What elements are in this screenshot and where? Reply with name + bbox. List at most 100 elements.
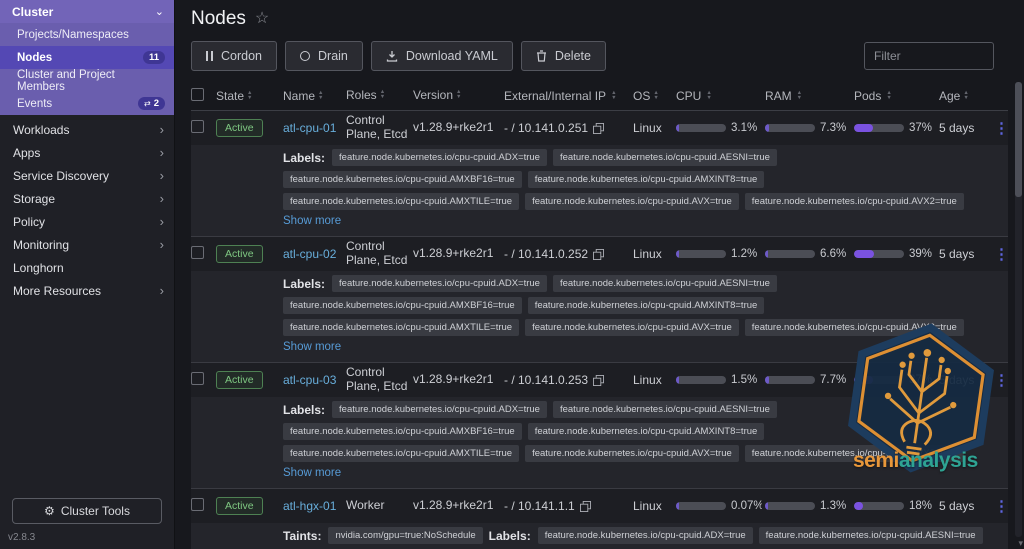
column-header-pods[interactable]: Pods ▲ ▼ — [854, 89, 936, 103]
copy-icon[interactable] — [579, 500, 591, 512]
node-name-link[interactable]: atl-hgx-01 — [283, 499, 336, 513]
row-checkbox[interactable] — [191, 120, 204, 133]
sort-icon: ▲ ▼ — [318, 89, 324, 101]
sidebar-item-label: Longhorn — [13, 260, 64, 275]
sidebar-item-storage[interactable]: Storage › — [0, 187, 174, 210]
sidebar-item-service-discovery[interactable]: Service Discovery › — [0, 164, 174, 187]
row-checkbox[interactable] — [191, 372, 204, 385]
sidebar-item-policy[interactable]: Policy › — [0, 210, 174, 233]
row-actions-menu-icon[interactable]: ⋮ — [994, 373, 1009, 388]
row-actions-menu-icon[interactable]: ⋮ — [994, 247, 1009, 262]
label-chip: feature.node.kubernetes.io/cpu-cpuid.ADX… — [332, 275, 547, 292]
age-cell: 5 days — [939, 499, 975, 513]
download-icon — [386, 50, 398, 62]
delete-button[interactable]: Delete — [520, 41, 606, 71]
download-yaml-button[interactable]: Download YAML — [370, 41, 513, 71]
sort-icon: ▲ ▼ — [247, 89, 253, 101]
table-header-row: State ▲ ▼ Name ▲ ▼ Roles ▲ ▼ Version ▲ ▼ Externa… — [191, 81, 1008, 111]
sidebar-item-monitoring[interactable]: Monitoring › — [0, 233, 174, 256]
sidebar-item-longhorn[interactable]: Longhorn — [0, 256, 174, 279]
row-actions-menu-icon[interactable]: ⋮ — [994, 499, 1009, 514]
copy-icon[interactable] — [593, 374, 605, 386]
sidebar-item-more-resources[interactable]: More Resources › — [0, 279, 174, 302]
state-badge: Active — [216, 119, 263, 137]
cordon-button[interactable]: Cordon — [191, 41, 277, 71]
gear-icon: ⚙ — [44, 504, 55, 518]
column-header-state[interactable]: State ▲ ▼ — [216, 89, 280, 103]
column-header-ram[interactable]: RAM ▲ ▼ — [765, 89, 851, 103]
sidebar-item-nodes[interactable]: Nodes 11 — [0, 46, 174, 69]
sidebar: Cluster ⌄ Projects/Namespaces Nodes 11 C… — [0, 0, 175, 549]
column-header-version[interactable]: Version ▲ ▼ — [413, 89, 501, 103]
label-chip: feature.node.kubernetes.io/cpu-cpuid.ADX… — [332, 149, 547, 166]
chevron-down-icon: ⌄ — [154, 6, 164, 18]
os-cell: Linux — [633, 499, 662, 513]
cpu-cell: 0.07% — [676, 500, 762, 512]
vertical-scrollbar[interactable] — [1015, 82, 1022, 537]
copy-icon[interactable] — [593, 248, 605, 260]
node-name-link[interactable]: atl-cpu-03 — [283, 373, 336, 387]
show-more-link[interactable]: Show more — [283, 341, 341, 353]
show-more-link[interactable]: Show more — [283, 215, 341, 227]
column-header-ip[interactable]: External/Internal IP ▲ ▼ — [504, 89, 630, 103]
table-row: Active atl-hgx-01 Worker v1.28.9+rke2r1 … — [191, 488, 1009, 549]
label-chip: feature.node.kubernetes.io/cpu-cpuid.AVX… — [525, 445, 739, 462]
age-cell: 5 days — [939, 121, 975, 135]
ram-cell: 7.3% — [765, 122, 851, 134]
sidebar-item-cluster-and-project-members[interactable]: Cluster and Project Members — [0, 69, 174, 93]
row-actions-menu-icon[interactable]: ⋮ — [994, 121, 1009, 136]
cluster-menu[interactable]: Cluster ⌄ — [0, 0, 174, 23]
cluster-menu-label: Cluster — [12, 4, 54, 19]
column-header-cpu[interactable]: CPU ▲ ▼ — [676, 89, 762, 103]
chevron-right-icon: › — [159, 145, 164, 160]
select-all-checkbox[interactable] — [191, 87, 204, 101]
sidebar-item-label: Policy — [13, 214, 46, 229]
pods-usage-bar — [854, 124, 904, 132]
roles-cell: Control Plane, Etcd — [346, 114, 408, 141]
label-chip: feature.node.kubernetes.io/cpu-cpuid.AMX… — [283, 423, 522, 440]
label-chip: feature.node.kubernetes.io/cpu-cpuid.AES… — [552, 401, 777, 418]
row-checkbox[interactable] — [191, 246, 204, 259]
scrollbar-down-arrow-icon[interactable]: ▾ — [1018, 538, 1023, 549]
column-header-age[interactable]: Age ▲ ▼ — [939, 89, 991, 103]
version-cell: v1.28.9+rke2r1 — [413, 373, 494, 387]
ram-cell: 1.3% — [765, 500, 851, 512]
cluster-tools-button[interactable]: ⚙ Cluster Tools — [12, 498, 162, 524]
cpu-usage-bar — [676, 124, 726, 132]
label-chip: feature.node.kubernetes.io/cpu-cpuid.AVX… — [525, 319, 739, 336]
label-chip: feature.node.kubernetes.io/cpu-cpuid.AMX… — [283, 171, 522, 188]
roles-cell: Worker — [346, 499, 385, 513]
column-header-roles[interactable]: Roles ▲ ▼ — [346, 89, 410, 103]
node-name-link[interactable]: atl-cpu-02 — [283, 247, 336, 261]
sort-icon: ▲ ▼ — [706, 89, 712, 101]
column-header-name[interactable]: Name ▲ ▼ — [283, 89, 343, 103]
label-chip: feature.node.kubernetes.io/cpu-cpuid.AVX… — [744, 193, 964, 210]
sidebar-item-label: Service Discovery — [13, 168, 110, 183]
show-more-link[interactable]: Show more — [283, 467, 341, 479]
label-chip: feature.node.kubernetes.io/cpu-cpuid.AMX… — [527, 423, 765, 440]
copy-icon[interactable] — [593, 122, 605, 134]
cpu-cell: 1.5% — [676, 374, 762, 386]
chevron-right-icon: › — [159, 168, 164, 183]
node-name-link[interactable]: atl-cpu-01 — [283, 121, 336, 135]
sidebar-item-apps[interactable]: Apps › — [0, 141, 174, 164]
column-header-os[interactable]: OS ▲ ▼ — [633, 89, 673, 103]
filter-input[interactable] — [864, 42, 994, 70]
os-cell: Linux — [633, 247, 662, 261]
table-row: Active atl-cpu-03 Control Plane, Etcd v1… — [191, 362, 1009, 488]
pods-usage-bar — [854, 250, 904, 258]
sidebar-item-label: Monitoring — [13, 237, 70, 252]
label-chip: feature.node.kubernetes.io/cpu-cpuid.AES… — [552, 275, 777, 292]
label-chip: feature.node.kubernetes.io/cpu-cpuid.AMX… — [283, 193, 520, 210]
cpu-usage-bar — [676, 502, 726, 510]
sidebar-item-projects-namespaces[interactable]: Projects/Namespaces — [0, 23, 174, 46]
chevron-right-icon: › — [159, 237, 164, 252]
labels-label: Labels: — [283, 150, 326, 165]
favorite-star-icon[interactable] — [255, 11, 269, 27]
drain-button[interactable]: Drain — [285, 41, 363, 71]
sidebar-item-workloads[interactable]: Workloads › — [0, 118, 174, 141]
sidebar-item-events[interactable]: Events 2 — [0, 92, 174, 115]
row-checkbox[interactable] — [191, 498, 204, 511]
scrollbar-thumb[interactable] — [1015, 82, 1022, 197]
sidebar-item-label: More Resources — [13, 283, 102, 298]
